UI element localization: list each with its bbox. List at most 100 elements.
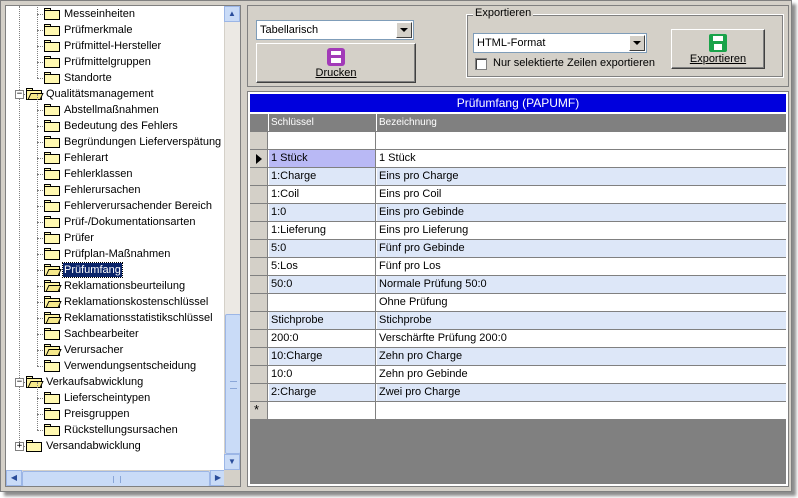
selected-rows-only-checkbox[interactable] (475, 58, 487, 70)
scroll-down-icon[interactable]: ▼ (224, 454, 240, 470)
cell-description[interactable]: Normale Prüfung 50:0 (377, 276, 786, 293)
table-row[interactable]: 1:0 Eins pro Gebinde (250, 204, 786, 222)
row-selector[interactable] (250, 330, 268, 347)
row-selector[interactable]: * (250, 402, 268, 419)
column-header-key[interactable]: Schlüssel (269, 114, 376, 131)
new-record-row[interactable]: * (250, 402, 786, 420)
tree-item[interactable]: Prüfmerkmale (6, 22, 226, 38)
table-row[interactable]: 10:Charge Zehn pro Charge (250, 348, 786, 366)
tree-item[interactable]: Fehlerverursachender Bereich (6, 198, 226, 214)
row-selector[interactable] (250, 168, 268, 185)
row-selector[interactable] (250, 186, 268, 203)
row-selector[interactable] (250, 294, 268, 311)
row-selector[interactable] (250, 348, 268, 365)
cell-key[interactable] (269, 294, 376, 311)
row-selector-header[interactable] (250, 114, 268, 131)
row-selector[interactable] (250, 276, 268, 293)
row-selector[interactable] (250, 240, 268, 257)
cell-key[interactable]: 10:0 (269, 366, 376, 383)
export-button[interactable]: Exportieren (671, 29, 765, 69)
cell-description[interactable]: 1 Stück (377, 150, 786, 167)
cell-description[interactable]: Zwei pro Charge (377, 384, 786, 401)
tree-group-node[interactable]: − Qualitätsmanagement (6, 86, 226, 102)
cell-description[interactable]: Verschärfte Prüfung 200:0 (377, 330, 786, 347)
table-row[interactable]: 5:Los Fünf pro Los (250, 258, 786, 276)
table-row[interactable]: Ohne Prüfung (250, 294, 786, 312)
scroll-left-icon[interactable]: ◀ (6, 470, 22, 486)
tree-item[interactable]: Reklamationsbeurteilung (6, 278, 226, 294)
scroll-up-icon[interactable]: ▲ (224, 6, 240, 22)
collapse-icon[interactable]: − (15, 90, 24, 99)
chevron-down-icon[interactable] (396, 22, 412, 38)
cell-key[interactable]: 50:0 (269, 276, 376, 293)
row-selector[interactable] (250, 150, 268, 167)
tree-item[interactable]: Fehlerart (6, 150, 226, 166)
table-row[interactable]: 1:Coil Eins pro Coil (250, 186, 786, 204)
cell-key[interactable]: 1:Charge (269, 168, 376, 185)
cell-description[interactable]: Fünf pro Los (377, 258, 786, 275)
tree-item[interactable]: Messeinheiten (6, 6, 226, 22)
row-selector[interactable] (250, 258, 268, 275)
tree-horizontal-scrollbar[interactable]: ◀ ▶ (6, 470, 226, 486)
table-row[interactable]: 1:Charge Eins pro Charge (250, 168, 786, 186)
tree-group-node[interactable]: − Verkaufsabwicklung (6, 374, 226, 390)
cell-description[interactable]: Eins pro Lieferung (377, 222, 786, 239)
tree-item[interactable]: Sachbearbeiter (6, 326, 226, 342)
tree-item[interactable]: Prüfmittel-Hersteller (6, 38, 226, 54)
cell-key[interactable]: 5:0 (269, 240, 376, 257)
row-selector[interactable] (250, 132, 268, 149)
cell-key[interactable]: 5:Los (269, 258, 376, 275)
tree-item[interactable]: Verwendungsentscheidung (6, 358, 226, 374)
row-selector[interactable] (250, 222, 268, 239)
tree-item[interactable]: Prüfmittelgruppen (6, 54, 226, 70)
table-row[interactable]: 200:0 Verschärfte Prüfung 200:0 (250, 330, 786, 348)
table-row[interactable]: 10:0 Zehn pro Gebinde (250, 366, 786, 384)
cell-description[interactable]: Eins pro Charge (377, 168, 786, 185)
table-row[interactable]: 1 Stück 1 Stück (250, 150, 786, 168)
cell-key[interactable]: 200:0 (269, 330, 376, 347)
tree-hscroll-thumb[interactable] (22, 471, 210, 486)
cell-description[interactable]: Eins pro Gebinde (377, 204, 786, 221)
cell-description[interactable]: Fünf pro Gebinde (377, 240, 786, 257)
table-row[interactable]: 2:Charge Zwei pro Charge (250, 384, 786, 402)
cell-key[interactable]: 1:0 (269, 204, 376, 221)
table-row[interactable]: 50:0 Normale Prüfung 50:0 (250, 276, 786, 294)
table-row[interactable]: 5:0 Fünf pro Gebinde (250, 240, 786, 258)
row-selector[interactable] (250, 312, 268, 329)
tree-item[interactable]: Fehlerursachen (6, 182, 226, 198)
tree-item[interactable]: Standorte (6, 70, 226, 86)
tree-item[interactable]: Abstellmaßnahmen (6, 102, 226, 118)
tree-item[interactable]: Bedeutung des Fehlers (6, 118, 226, 134)
filter-row[interactable] (250, 132, 786, 150)
tree-item[interactable]: Prüfer (6, 230, 226, 246)
cell-description[interactable]: Eins pro Coil (377, 186, 786, 203)
cell-key[interactable]: Stichprobe (269, 312, 376, 329)
cell-description[interactable]: Zehn pro Gebinde (377, 366, 786, 383)
chevron-down-icon[interactable] (629, 35, 645, 51)
cell-key[interactable]: 1:Lieferung (269, 222, 376, 239)
tree-scroll-thumb[interactable] (225, 314, 240, 454)
tree-item[interactable]: Reklamationsstatistikschlüssel (6, 310, 226, 326)
tree-item[interactable]: Prüfumfang (6, 262, 226, 278)
tree-item[interactable]: Rückstellungsursachen (6, 422, 226, 438)
tree-item[interactable]: Preisgruppen (6, 406, 226, 422)
tree-item[interactable]: Lieferscheintypen (6, 390, 226, 406)
view-mode-select[interactable]: Tabellarisch (256, 20, 414, 40)
print-button[interactable]: Drucken (256, 43, 416, 83)
tree-item[interactable]: Begründungen Lieferverspätung (6, 134, 226, 150)
tree-group-node[interactable]: + Versandabwicklung (6, 438, 226, 454)
row-selector[interactable] (250, 204, 268, 221)
cell-description[interactable]: Zehn pro Charge (377, 348, 786, 365)
cell-key[interactable]: 1:Coil (269, 186, 376, 203)
filter-cell[interactable] (377, 132, 786, 149)
collapse-icon[interactable]: − (15, 378, 24, 387)
tree-item[interactable]: Prüf-/Dokumentationsarten (6, 214, 226, 230)
cell-description[interactable] (377, 402, 786, 419)
cell-description[interactable]: Ohne Prüfung (377, 294, 786, 311)
cell-key[interactable]: 10:Charge (269, 348, 376, 365)
tree-item[interactable]: Verursacher (6, 342, 226, 358)
column-header-description[interactable]: Bezeichnung (377, 114, 786, 131)
row-selector[interactable] (250, 366, 268, 383)
tree-item[interactable]: Reklamationskostenschlüssel (6, 294, 226, 310)
expand-icon[interactable]: + (15, 442, 24, 451)
